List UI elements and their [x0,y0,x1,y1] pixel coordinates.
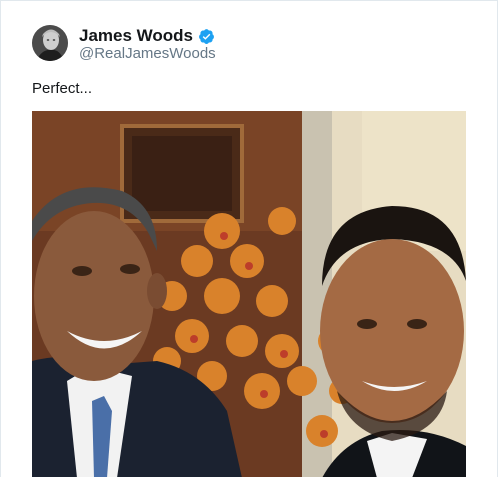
author-name-row: James Woods [79,26,215,46]
profile-photo-icon [32,25,68,61]
tweet-card: James Woods @RealJamesWoods Perfect... [0,0,498,477]
handle[interactable]: @RealJamesWoods [79,45,216,63]
tweet-text: Perfect... [32,80,93,97]
avatar[interactable] [32,25,68,61]
display-name[interactable]: James Woods [79,26,193,46]
tweet-photo[interactable] [32,111,466,477]
verified-badge-icon [198,28,215,45]
photo-icon [32,111,466,477]
